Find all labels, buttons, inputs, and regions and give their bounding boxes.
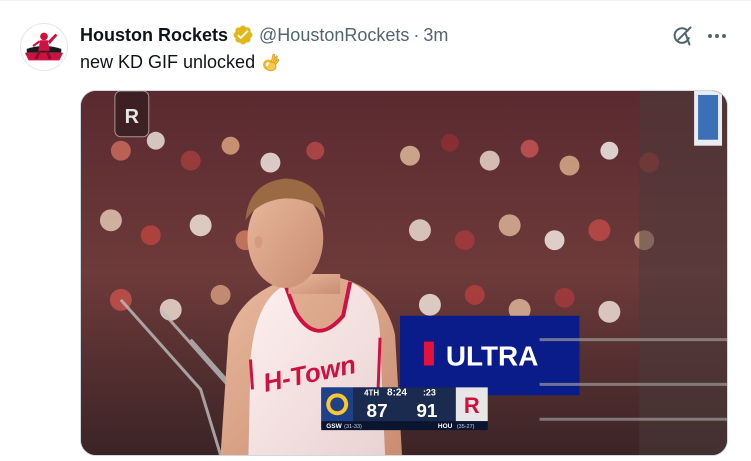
scoreboard-home-team: HOU: [438, 423, 453, 430]
svg-text:R: R: [125, 106, 139, 128]
ok-hand-emoji-icon: [260, 51, 282, 73]
more-dot: [708, 34, 712, 38]
arena-banner-text: ULTRA: [446, 341, 539, 372]
handle[interactable]: @HoustonRockets: [259, 25, 409, 46]
scoreboard-quarter: 4TH: [364, 388, 379, 397]
scoreboard-away-record: (31-33): [344, 424, 362, 430]
scoreboard-shot-clock: :23: [423, 387, 436, 397]
grok-icon[interactable]: [670, 24, 694, 48]
display-name[interactable]: Houston Rockets: [80, 25, 228, 46]
verified-badge-icon[interactable]: [232, 24, 254, 46]
avatar[interactable]: [20, 23, 68, 71]
more-dot: [722, 34, 726, 38]
more-dot: [715, 34, 719, 38]
scoreboard-home-score: 91: [416, 401, 437, 422]
tweet-body: new KD GIF unlocked: [80, 51, 256, 72]
scoreboard-clock: 8:24: [387, 387, 407, 398]
separator-dot: ·: [413, 24, 420, 45]
tweet-media-gif[interactable]: R ULTRA H-Town R 4TH 8:24:23 87 91 GSW …: [80, 90, 728, 456]
scoreboard-away-team: GSW: [326, 423, 342, 430]
tweet-text: new KD GIF unlocked: [80, 51, 282, 73]
timestamp[interactable]: 3m: [423, 25, 448, 46]
scoreboard-home-record: (35-27): [457, 424, 475, 430]
scoreboard: R 4TH 8:24 :23 87 91 GSW (31-33) HOU (35…: [321, 387, 488, 430]
scoreboard-away-score: 87: [367, 401, 388, 422]
tweet-header: Houston Rockets @HoustonRockets · 3m: [80, 23, 448, 47]
svg-text:R: R: [464, 393, 480, 418]
more-options-button[interactable]: [705, 24, 729, 48]
rockets-logo-icon: [21, 24, 67, 70]
tweet-card[interactable]: Houston Rockets @HoustonRockets · 3m new…: [0, 0, 751, 461]
